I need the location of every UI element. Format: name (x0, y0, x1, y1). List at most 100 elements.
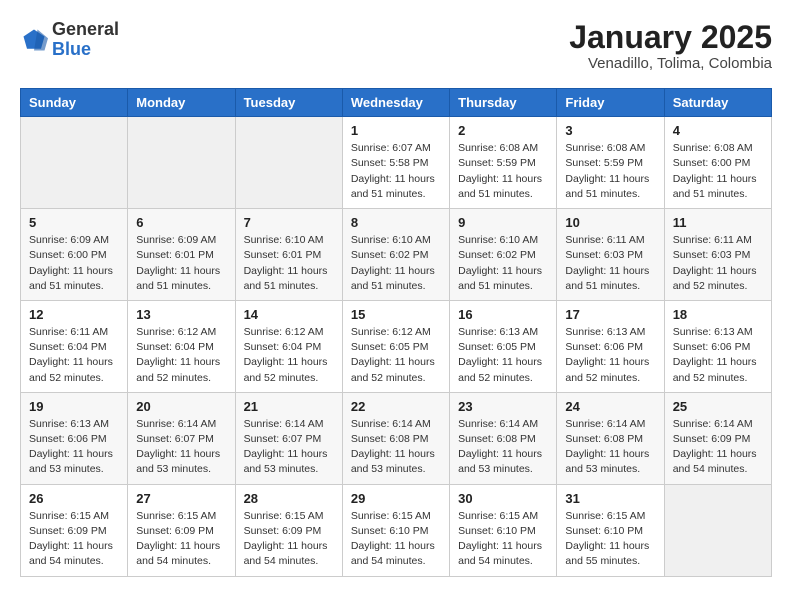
calendar-cell: 13 Sunrise: 6:12 AM Sunset: 6:04 PM Dayli… (128, 300, 235, 392)
calendar-cell: 4Sunrise: 6:08 AM Sunset: 6:00 PM Daylig… (664, 117, 771, 209)
day-number: 25 (673, 399, 763, 414)
day-info: Sunrise: 6:07 AM Sunset: 5:58 PM Dayligh… (351, 141, 441, 202)
day-number: 8 (351, 215, 441, 230)
day-info: Sunrise: 6:13 AM Sunset: 6:06 PM Dayligh… (565, 325, 655, 386)
calendar-cell: 23 Sunrise: 6:14 AM Sunset: 6:08 PM Dayli… (450, 392, 557, 484)
day-number: 9 (458, 215, 548, 230)
calendar-cell: 1 Sunrise: 6:07 AM Sunset: 5:58 PM Daylig… (342, 117, 449, 209)
day-info: Sunrise: 6:13 AM Sunset: 6:05 PM Dayligh… (458, 325, 548, 386)
day-info: Sunrise: 6:14 AM Sunset: 6:07 PM Dayligh… (244, 417, 334, 478)
day-number: 4 (673, 123, 763, 138)
day-number: 16 (458, 307, 548, 322)
day-number: 22 (351, 399, 441, 414)
logo-general-text: General (52, 19, 119, 39)
day-number: 30 (458, 491, 548, 506)
calendar-cell: 2 Sunrise: 6:08 AM Sunset: 5:59 PM Daylig… (450, 117, 557, 209)
day-info: Sunrise: 6:14 AM Sunset: 6:09 PM Dayligh… (673, 417, 763, 478)
day-number: 6 (136, 215, 226, 230)
calendar-cell: 3Sunrise: 6:08 AM Sunset: 5:59 PM Daylig… (557, 117, 664, 209)
day-info: Sunrise: 6:10 AM Sunset: 6:02 PM Dayligh… (458, 233, 548, 294)
day-info: Sunrise: 6:11 AM Sunset: 6:03 PM Dayligh… (673, 233, 763, 294)
logo-blue-text: Blue (52, 39, 91, 59)
day-info: Sunrise: 6:10 AM Sunset: 6:01 PM Dayligh… (244, 233, 334, 294)
calendar-week-row: 12 Sunrise: 6:11 AM Sunset: 6:04 PM Dayli… (21, 300, 772, 392)
day-number: 14 (244, 307, 334, 322)
month-title: January 2025 (569, 20, 772, 55)
day-number: 18 (673, 307, 763, 322)
day-number: 13 (136, 307, 226, 322)
day-info: Sunrise: 6:14 AM Sunset: 6:08 PM Dayligh… (565, 417, 655, 478)
day-number: 3 (565, 123, 655, 138)
page-header: General Blue January 2025 Venadillo, Tol… (20, 20, 772, 72)
day-info: Sunrise: 6:13 AM Sunset: 6:06 PM Dayligh… (673, 325, 763, 386)
calendar-cell: 31Sunrise: 6:15 AM Sunset: 6:10 PM Dayli… (557, 484, 664, 576)
day-number: 21 (244, 399, 334, 414)
day-info: Sunrise: 6:15 AM Sunset: 6:09 PM Dayligh… (244, 509, 334, 570)
calendar-cell: 8 Sunrise: 6:10 AM Sunset: 6:02 PM Daylig… (342, 209, 449, 301)
day-header-tuesday: Tuesday (235, 89, 342, 117)
day-header-sunday: Sunday (21, 89, 128, 117)
day-info: Sunrise: 6:14 AM Sunset: 6:08 PM Dayligh… (458, 417, 548, 478)
calendar-cell: 12 Sunrise: 6:11 AM Sunset: 6:04 PM Dayli… (21, 300, 128, 392)
day-number: 17 (565, 307, 655, 322)
calendar-cell: 9 Sunrise: 6:10 AM Sunset: 6:02 PM Daylig… (450, 209, 557, 301)
calendar-week-row: 26 Sunrise: 6:15 AM Sunset: 6:09 PM Dayli… (21, 484, 772, 576)
calendar-cell (21, 117, 128, 209)
calendar-week-row: 19 Sunrise: 6:13 AM Sunset: 6:06 PM Dayli… (21, 392, 772, 484)
day-info: Sunrise: 6:14 AM Sunset: 6:07 PM Dayligh… (136, 417, 226, 478)
day-info: Sunrise: 6:13 AM Sunset: 6:06 PM Dayligh… (29, 417, 119, 478)
calendar-cell (664, 484, 771, 576)
calendar-cell: 25 Sunrise: 6:14 AM Sunset: 6:09 PM Dayli… (664, 392, 771, 484)
logo: General Blue (20, 20, 119, 60)
calendar-cell: 17 Sunrise: 6:13 AM Sunset: 6:06 PM Dayli… (557, 300, 664, 392)
day-number: 27 (136, 491, 226, 506)
calendar-cell: 26 Sunrise: 6:15 AM Sunset: 6:09 PM Dayli… (21, 484, 128, 576)
location-subtitle: Venadillo, Tolima, Colombia (569, 55, 772, 72)
day-number: 11 (673, 215, 763, 230)
day-info: Sunrise: 6:15 AM Sunset: 6:09 PM Dayligh… (29, 509, 119, 570)
day-number: 19 (29, 399, 119, 414)
calendar-week-row: 5Sunrise: 6:09 AM Sunset: 6:00 PM Daylig… (21, 209, 772, 301)
calendar-cell (235, 117, 342, 209)
day-info: Sunrise: 6:10 AM Sunset: 6:02 PM Dayligh… (351, 233, 441, 294)
calendar-cell: 20 Sunrise: 6:14 AM Sunset: 6:07 PM Dayli… (128, 392, 235, 484)
day-info: Sunrise: 6:09 AM Sunset: 6:01 PM Dayligh… (136, 233, 226, 294)
day-number: 23 (458, 399, 548, 414)
title-block: January 2025 Venadillo, Tolima, Colombia (569, 20, 772, 72)
day-number: 12 (29, 307, 119, 322)
calendar-cell: 21 Sunrise: 6:14 AM Sunset: 6:07 PM Dayli… (235, 392, 342, 484)
day-info: Sunrise: 6:11 AM Sunset: 6:04 PM Dayligh… (29, 325, 119, 386)
calendar-cell: 18 Sunrise: 6:13 AM Sunset: 6:06 PM Dayli… (664, 300, 771, 392)
day-info: Sunrise: 6:14 AM Sunset: 6:08 PM Dayligh… (351, 417, 441, 478)
day-info: Sunrise: 6:09 AM Sunset: 6:00 PM Dayligh… (29, 233, 119, 294)
calendar-cell: 5Sunrise: 6:09 AM Sunset: 6:00 PM Daylig… (21, 209, 128, 301)
day-info: Sunrise: 6:08 AM Sunset: 5:59 PM Dayligh… (458, 141, 548, 202)
day-header-friday: Friday (557, 89, 664, 117)
day-info: Sunrise: 6:15 AM Sunset: 6:10 PM Dayligh… (351, 509, 441, 570)
day-number: 29 (351, 491, 441, 506)
day-number: 20 (136, 399, 226, 414)
day-number: 7 (244, 215, 334, 230)
calendar-cell: 15Sunrise: 6:12 AM Sunset: 6:05 PM Dayli… (342, 300, 449, 392)
day-info: Sunrise: 6:12 AM Sunset: 6:04 PM Dayligh… (136, 325, 226, 386)
calendar-cell: 16 Sunrise: 6:13 AM Sunset: 6:05 PM Dayli… (450, 300, 557, 392)
day-number: 1 (351, 123, 441, 138)
day-number: 26 (29, 491, 119, 506)
logo-icon (20, 26, 48, 54)
calendar-week-row: 1 Sunrise: 6:07 AM Sunset: 5:58 PM Daylig… (21, 117, 772, 209)
day-info: Sunrise: 6:12 AM Sunset: 6:04 PM Dayligh… (244, 325, 334, 386)
day-number: 10 (565, 215, 655, 230)
calendar-table: SundayMondayTuesdayWednesdayThursdayFrid… (20, 88, 772, 576)
day-number: 2 (458, 123, 548, 138)
calendar-cell: 14 Sunrise: 6:12 AM Sunset: 6:04 PM Dayli… (235, 300, 342, 392)
calendar-cell: 11 Sunrise: 6:11 AM Sunset: 6:03 PM Dayli… (664, 209, 771, 301)
calendar-cell: 29 Sunrise: 6:15 AM Sunset: 6:10 PM Dayli… (342, 484, 449, 576)
day-info: Sunrise: 6:15 AM Sunset: 6:09 PM Dayligh… (136, 509, 226, 570)
day-info: Sunrise: 6:15 AM Sunset: 6:10 PM Dayligh… (565, 509, 655, 570)
day-header-wednesday: Wednesday (342, 89, 449, 117)
day-header-monday: Monday (128, 89, 235, 117)
calendar-cell: 28Sunrise: 6:15 AM Sunset: 6:09 PM Dayli… (235, 484, 342, 576)
days-header-row: SundayMondayTuesdayWednesdayThursdayFrid… (21, 89, 772, 117)
day-header-saturday: Saturday (664, 89, 771, 117)
calendar-cell: 10Sunrise: 6:11 AM Sunset: 6:03 PM Dayli… (557, 209, 664, 301)
